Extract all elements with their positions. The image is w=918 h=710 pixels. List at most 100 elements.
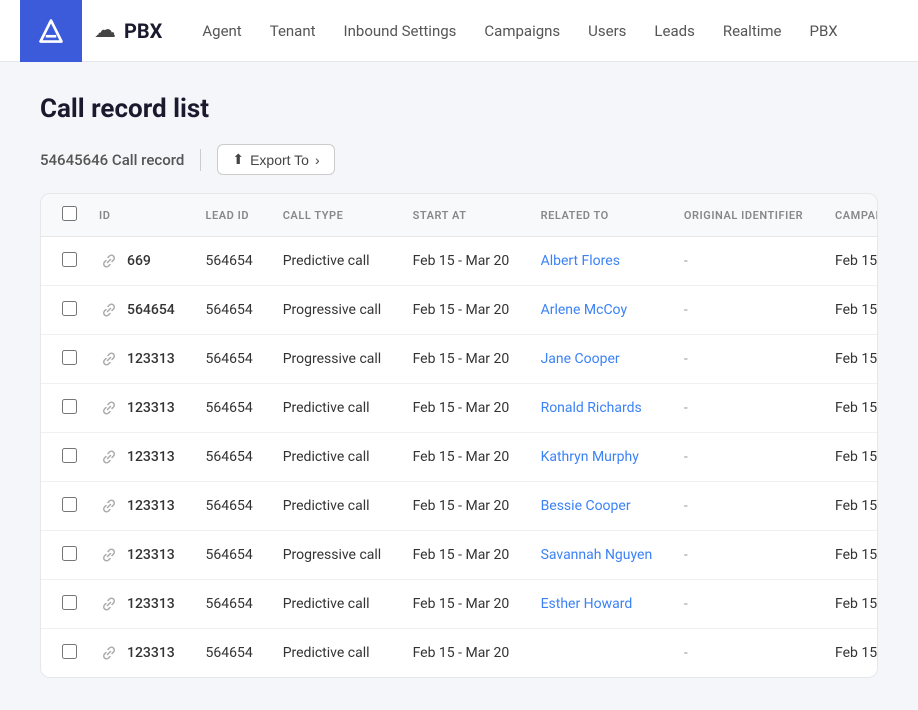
- row-checkbox-cell[interactable]: [41, 482, 85, 531]
- row-call-type: Predictive call: [269, 384, 399, 433]
- row-id-cell: 123313: [85, 384, 191, 433]
- row-checkbox-cell[interactable]: [41, 433, 85, 482]
- col-call-type: CALL TYPE: [269, 194, 399, 237]
- related-to-link[interactable]: Ronald Richards: [541, 400, 642, 416]
- row-original-id: -: [670, 482, 821, 531]
- row-id: 123313: [127, 547, 175, 563]
- row-original-id: -: [670, 237, 821, 286]
- nav-realtime[interactable]: Realtime: [723, 18, 782, 44]
- row-related-to[interactable]: Savannah Nguyen: [527, 531, 670, 580]
- row-id: 123313: [127, 400, 175, 416]
- nav-tenant[interactable]: Tenant: [270, 18, 316, 44]
- table-body: 669 564654 Predictive call Feb 15 - Mar …: [41, 237, 878, 678]
- row-related-to[interactable]: Bessie Cooper: [527, 482, 670, 531]
- link-icon: [99, 251, 119, 271]
- table-row: 123313 564654 Predictive call Feb 15 - M…: [41, 433, 878, 482]
- row-call-type: Progressive call: [269, 531, 399, 580]
- row-checkbox-cell[interactable]: [41, 286, 85, 335]
- row-related-to[interactable]: Kathryn Murphy: [527, 433, 670, 482]
- brand: ☁ PBX: [94, 18, 162, 43]
- col-checkbox: [41, 194, 85, 237]
- row-related-to[interactable]: Arlene McCoy: [527, 286, 670, 335]
- row-start-at: Feb 15 - Mar 20: [399, 629, 527, 678]
- row-checkbox[interactable]: [62, 301, 77, 316]
- row-id-cell: 123313: [85, 629, 191, 678]
- logo-block: [20, 0, 82, 62]
- related-to-link[interactable]: Kathryn Murphy: [541, 449, 639, 465]
- row-id: 564654: [127, 302, 175, 318]
- row-original-id: -: [670, 580, 821, 629]
- col-related-to: RELATED TO: [527, 194, 670, 237]
- row-related-to[interactable]: Albert Flores: [527, 237, 670, 286]
- row-start-at: Feb 15 - Mar 20: [399, 237, 527, 286]
- toolbar: 54645646 Call record ⬆ Export To ›: [40, 144, 878, 175]
- row-lead-id: 564654: [191, 482, 268, 531]
- row-checkbox-cell[interactable]: [41, 384, 85, 433]
- related-to-link[interactable]: Albert Flores: [541, 253, 620, 269]
- nav-pbx[interactable]: PBX: [810, 18, 838, 44]
- select-all-checkbox[interactable]: [62, 206, 77, 221]
- table-row: 123313 564654 Predictive call Feb 15 - M…: [41, 580, 878, 629]
- row-id: 123313: [127, 449, 175, 465]
- row-original-id: -: [670, 335, 821, 384]
- row-id: 123313: [127, 351, 175, 367]
- row-lead-id: 564654: [191, 384, 268, 433]
- row-id: 123313: [127, 596, 175, 612]
- row-checkbox[interactable]: [62, 252, 77, 267]
- link-icon: [99, 447, 119, 467]
- row-call-type: Progressive call: [269, 335, 399, 384]
- row-checkbox[interactable]: [62, 448, 77, 463]
- related-to-link[interactable]: Arlene McCoy: [541, 302, 628, 318]
- related-to-link[interactable]: Jane Cooper: [541, 351, 620, 367]
- row-start-at: Feb 15 - Mar 20: [399, 580, 527, 629]
- link-icon: [99, 594, 119, 614]
- nav-leads[interactable]: Leads: [654, 18, 694, 44]
- row-related-to[interactable]: Jane Cooper: [527, 335, 670, 384]
- row-checkbox[interactable]: [62, 546, 77, 561]
- row-checkbox[interactable]: [62, 595, 77, 610]
- related-to-link[interactable]: Esther Howard: [541, 596, 633, 612]
- row-checkbox-cell[interactable]: [41, 629, 85, 678]
- row-checkbox[interactable]: [62, 399, 77, 414]
- col-start-at: START AT: [399, 194, 527, 237]
- row-start-at: Feb 15 - Mar 20: [399, 433, 527, 482]
- nav-inbound-settings[interactable]: Inbound Settings: [344, 18, 457, 44]
- table-row: 123313 564654 Progressive call Feb 15 - …: [41, 335, 878, 384]
- row-checkbox-cell[interactable]: [41, 580, 85, 629]
- row-checkbox-cell[interactable]: [41, 237, 85, 286]
- row-checkbox[interactable]: [62, 350, 77, 365]
- row-campaign: Feb 15 - Mar 2: [821, 531, 878, 580]
- row-related-to[interactable]: Esther Howard: [527, 580, 670, 629]
- related-to-link[interactable]: Bessie Cooper: [541, 498, 631, 514]
- row-start-at: Feb 15 - Mar 20: [399, 286, 527, 335]
- table-row: 669 564654 Predictive call Feb 15 - Mar …: [41, 237, 878, 286]
- col-lead-id: LEAD ID: [191, 194, 268, 237]
- row-checkbox[interactable]: [62, 644, 77, 659]
- row-original-id: -: [670, 531, 821, 580]
- nav-campaigns[interactable]: Campaigns: [484, 18, 560, 44]
- row-related-to[interactable]: Ronald Richards: [527, 384, 670, 433]
- row-call-type: Predictive call: [269, 482, 399, 531]
- link-icon: [99, 300, 119, 320]
- row-checkbox[interactable]: [62, 497, 77, 512]
- export-button[interactable]: ⬆ Export To ›: [217, 144, 334, 175]
- row-campaign: Feb 15 - Mar 2: [821, 335, 878, 384]
- table-wrapper: ID LEAD ID CALL TYPE START AT RELATED TO…: [40, 193, 878, 678]
- row-original-id: -: [670, 433, 821, 482]
- row-checkbox-cell[interactable]: [41, 335, 85, 384]
- nav-users[interactable]: Users: [588, 18, 626, 44]
- nav-agent[interactable]: Agent: [202, 18, 241, 44]
- row-campaign: Feb 15 - Mar 2: [821, 580, 878, 629]
- related-to-link[interactable]: Savannah Nguyen: [541, 547, 653, 563]
- row-checkbox-cell[interactable]: [41, 531, 85, 580]
- col-id: ID: [85, 194, 191, 237]
- row-start-at: Feb 15 - Mar 20: [399, 384, 527, 433]
- row-call-type: Predictive call: [269, 433, 399, 482]
- row-original-id: -: [670, 384, 821, 433]
- row-lead-id: 564654: [191, 629, 268, 678]
- row-call-type: Predictive call: [269, 580, 399, 629]
- row-id: 669: [127, 253, 151, 269]
- row-id-cell: 669: [85, 237, 191, 286]
- row-campaign: Feb 15 - Mar 2: [821, 482, 878, 531]
- row-id-cell: 123313: [85, 580, 191, 629]
